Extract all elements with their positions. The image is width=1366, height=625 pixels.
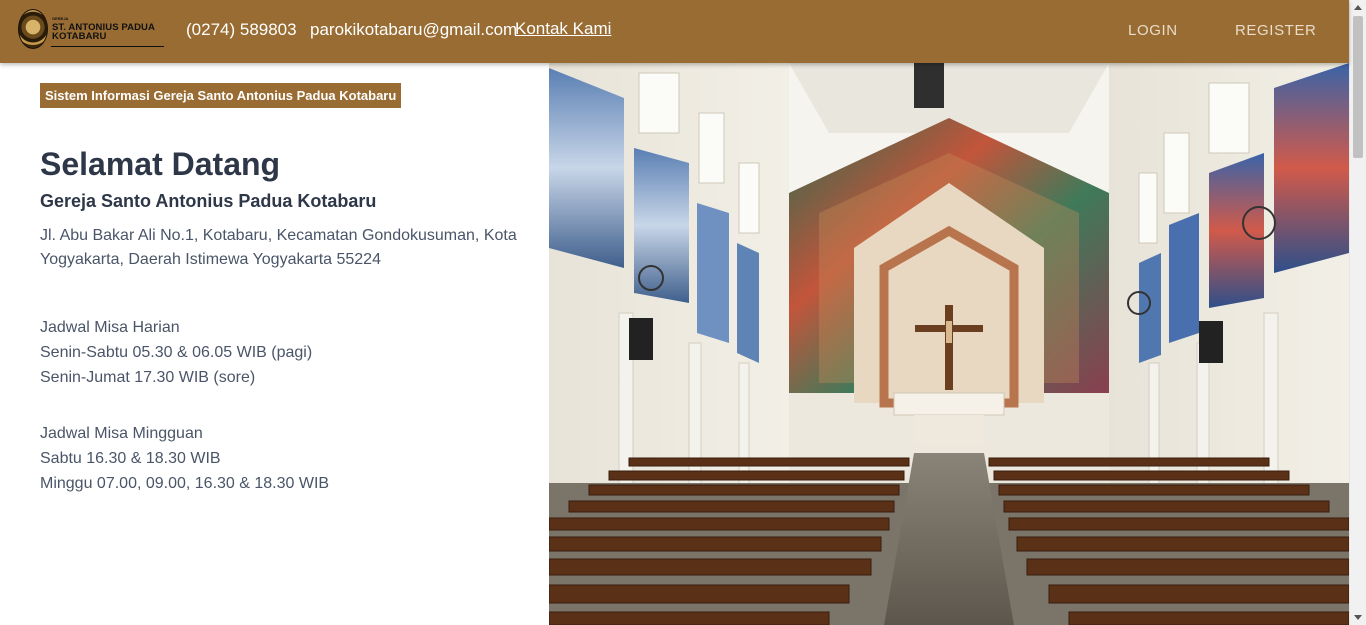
register-link[interactable]: REGISTER: [1235, 22, 1316, 39]
contact-email: parokikotabaru@gmail.com: [310, 20, 518, 39]
weekly-mass-title: Jadwal Misa Mingguan: [40, 425, 203, 442]
welcome-heading: Selamat Datang: [40, 146, 281, 182]
top-navbar: GEREJA ST. ANTONIUS PADUA KOTABARU (0274…: [0, 0, 1349, 63]
scroll-thumb[interactable]: [1353, 16, 1363, 158]
logo-underline: [51, 46, 164, 47]
daily-mass-schedule: Jadwal Misa Harian Senin-Sabtu 05.30 & 0…: [40, 315, 312, 390]
daily-mass-line: Senin-Jumat 17.30 WIB (sore): [40, 369, 256, 386]
contact-us-link[interactable]: Kontak Kami: [515, 19, 611, 39]
weekly-mass-line: Minggu 07.00, 09.00, 16.30 & 18.30 WIB: [40, 475, 330, 492]
church-seal-icon: [18, 9, 48, 49]
scroll-up-arrow-icon[interactable]: [1354, 5, 1362, 10]
contact-phone: (0274) 589803: [186, 20, 297, 39]
daily-mass-line: Senin-Sabtu 05.30 & 06.05 WIB (pagi): [40, 344, 313, 361]
weekly-mass-schedule: Jadwal Misa Mingguan Sabtu 16.30 & 18.30…: [40, 421, 329, 496]
logo-line-2: KOTABARU: [52, 31, 107, 42]
church-address: Jl. Abu Bakar Ali No.1, Kotabaru, Kecama…: [40, 227, 517, 268]
logo-text: GEREJA ST. ANTONIUS PADUA KOTABARU: [52, 15, 155, 42]
daily-mass-title: Jadwal Misa Harian: [40, 319, 180, 336]
logo-small-text: GEREJA: [52, 15, 69, 21]
scroll-down-arrow-icon[interactable]: [1354, 615, 1362, 620]
weekly-mass-line: Sabtu 16.30 & 18.30 WIB: [40, 450, 221, 467]
page-scrollbar[interactable]: [1349, 0, 1366, 625]
church-name-heading: Gereja Santo Antonius Padua Kotabaru: [40, 191, 377, 211]
church-interior-image: [549, 63, 1349, 625]
login-link[interactable]: LOGIN: [1128, 22, 1178, 39]
church-logo[interactable]: GEREJA ST. ANTONIUS PADUA KOTABARU: [18, 9, 164, 49]
system-info-badge: Sistem Informasi Gereja Santo Antonius P…: [40, 83, 402, 108]
